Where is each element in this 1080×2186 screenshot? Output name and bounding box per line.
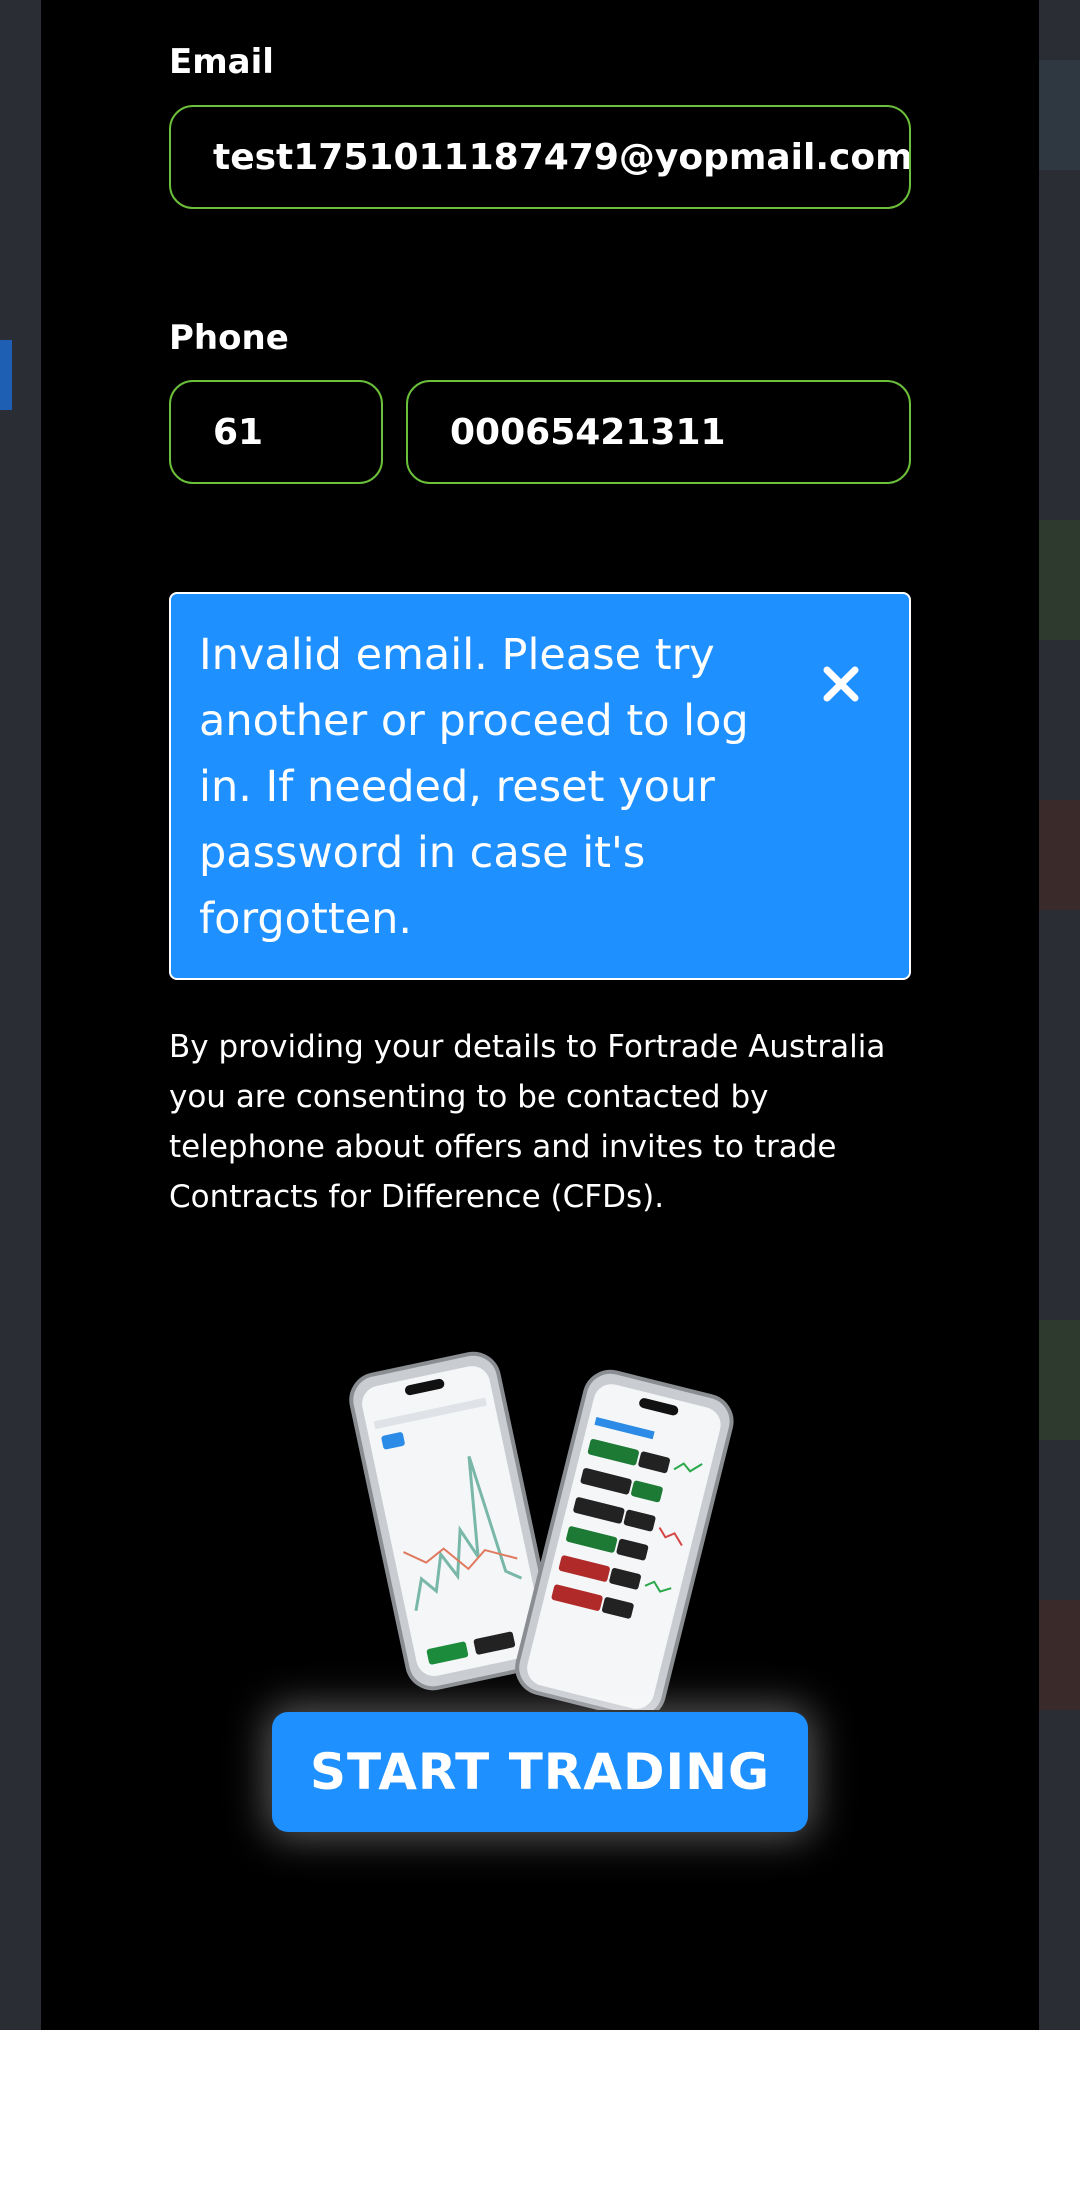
background-panel [1039,1600,1080,1710]
phone-label: Phone [169,318,289,358]
close-icon[interactable] [821,664,861,704]
error-message: Invalid email. Please try another or pro… [199,630,749,944]
background-panel [1039,800,1080,910]
signup-modal: Email test1751011187479@yopmail.com Phon… [41,0,1039,2030]
email-field[interactable]: test1751011187479@yopmail.com [169,105,911,209]
email-label: Email [169,42,274,82]
phone-code-field[interactable]: 61 [169,380,383,484]
phone-number-field[interactable]: 00065421311 [406,380,911,484]
phones-illustration [348,1340,748,1720]
error-alert: Invalid email. Please try another or pro… [169,592,911,980]
background-panel [1039,520,1080,640]
background-panel [1039,60,1080,170]
background-panel [1039,1320,1080,1440]
consent-disclaimer: By providing your details to Fortrade Au… [169,1029,886,1215]
background-accent [0,340,12,410]
start-trading-button[interactable]: START TRADING [272,1712,808,1832]
